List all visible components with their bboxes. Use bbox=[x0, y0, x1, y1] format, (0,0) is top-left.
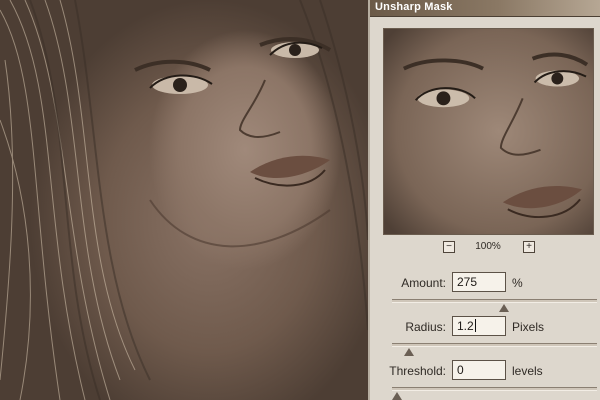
threshold-unit: levels bbox=[512, 364, 543, 378]
radius-value: 1.2 bbox=[457, 319, 474, 333]
text-caret bbox=[474, 319, 476, 332]
zoom-out-button[interactable]: − bbox=[443, 241, 455, 253]
preview-image bbox=[384, 29, 593, 234]
radius-slider[interactable] bbox=[392, 343, 597, 347]
portrait-photo bbox=[0, 0, 368, 400]
amount-slider[interactable] bbox=[392, 299, 597, 303]
amount-label: Amount: bbox=[401, 276, 446, 290]
preview-window[interactable] bbox=[383, 28, 594, 235]
dialog-title: Unsharp Mask bbox=[375, 1, 453, 13]
radius-label: Radius: bbox=[405, 320, 446, 334]
threshold-label: Threshold: bbox=[389, 364, 446, 378]
radius-field[interactable]: 1.2 bbox=[452, 316, 506, 336]
radius-unit: Pixels bbox=[512, 320, 545, 334]
zoom-level: 100% bbox=[475, 241, 501, 252]
amount-unit: % bbox=[512, 276, 523, 290]
radius-slider-thumb[interactable] bbox=[403, 348, 414, 356]
threshold-slider[interactable] bbox=[392, 387, 597, 391]
threshold-value: 0 bbox=[457, 363, 464, 377]
zoom-in-button[interactable]: + bbox=[523, 241, 535, 253]
threshold-slider-thumb[interactable] bbox=[392, 392, 402, 400]
amount-field[interactable]: 275 bbox=[452, 272, 506, 292]
image-canvas[interactable] bbox=[0, 0, 368, 400]
amount-slider-thumb[interactable] bbox=[499, 304, 510, 312]
zoom-controls: − 100% + bbox=[370, 241, 600, 257]
threshold-field[interactable]: 0 bbox=[452, 360, 506, 380]
dialog-title-bar[interactable]: Unsharp Mask bbox=[370, 0, 600, 17]
amount-value: 275 bbox=[457, 275, 478, 289]
unsharp-mask-dialog: Unsharp Mask − 100% + Amount: 275 % Radi… bbox=[368, 0, 600, 400]
